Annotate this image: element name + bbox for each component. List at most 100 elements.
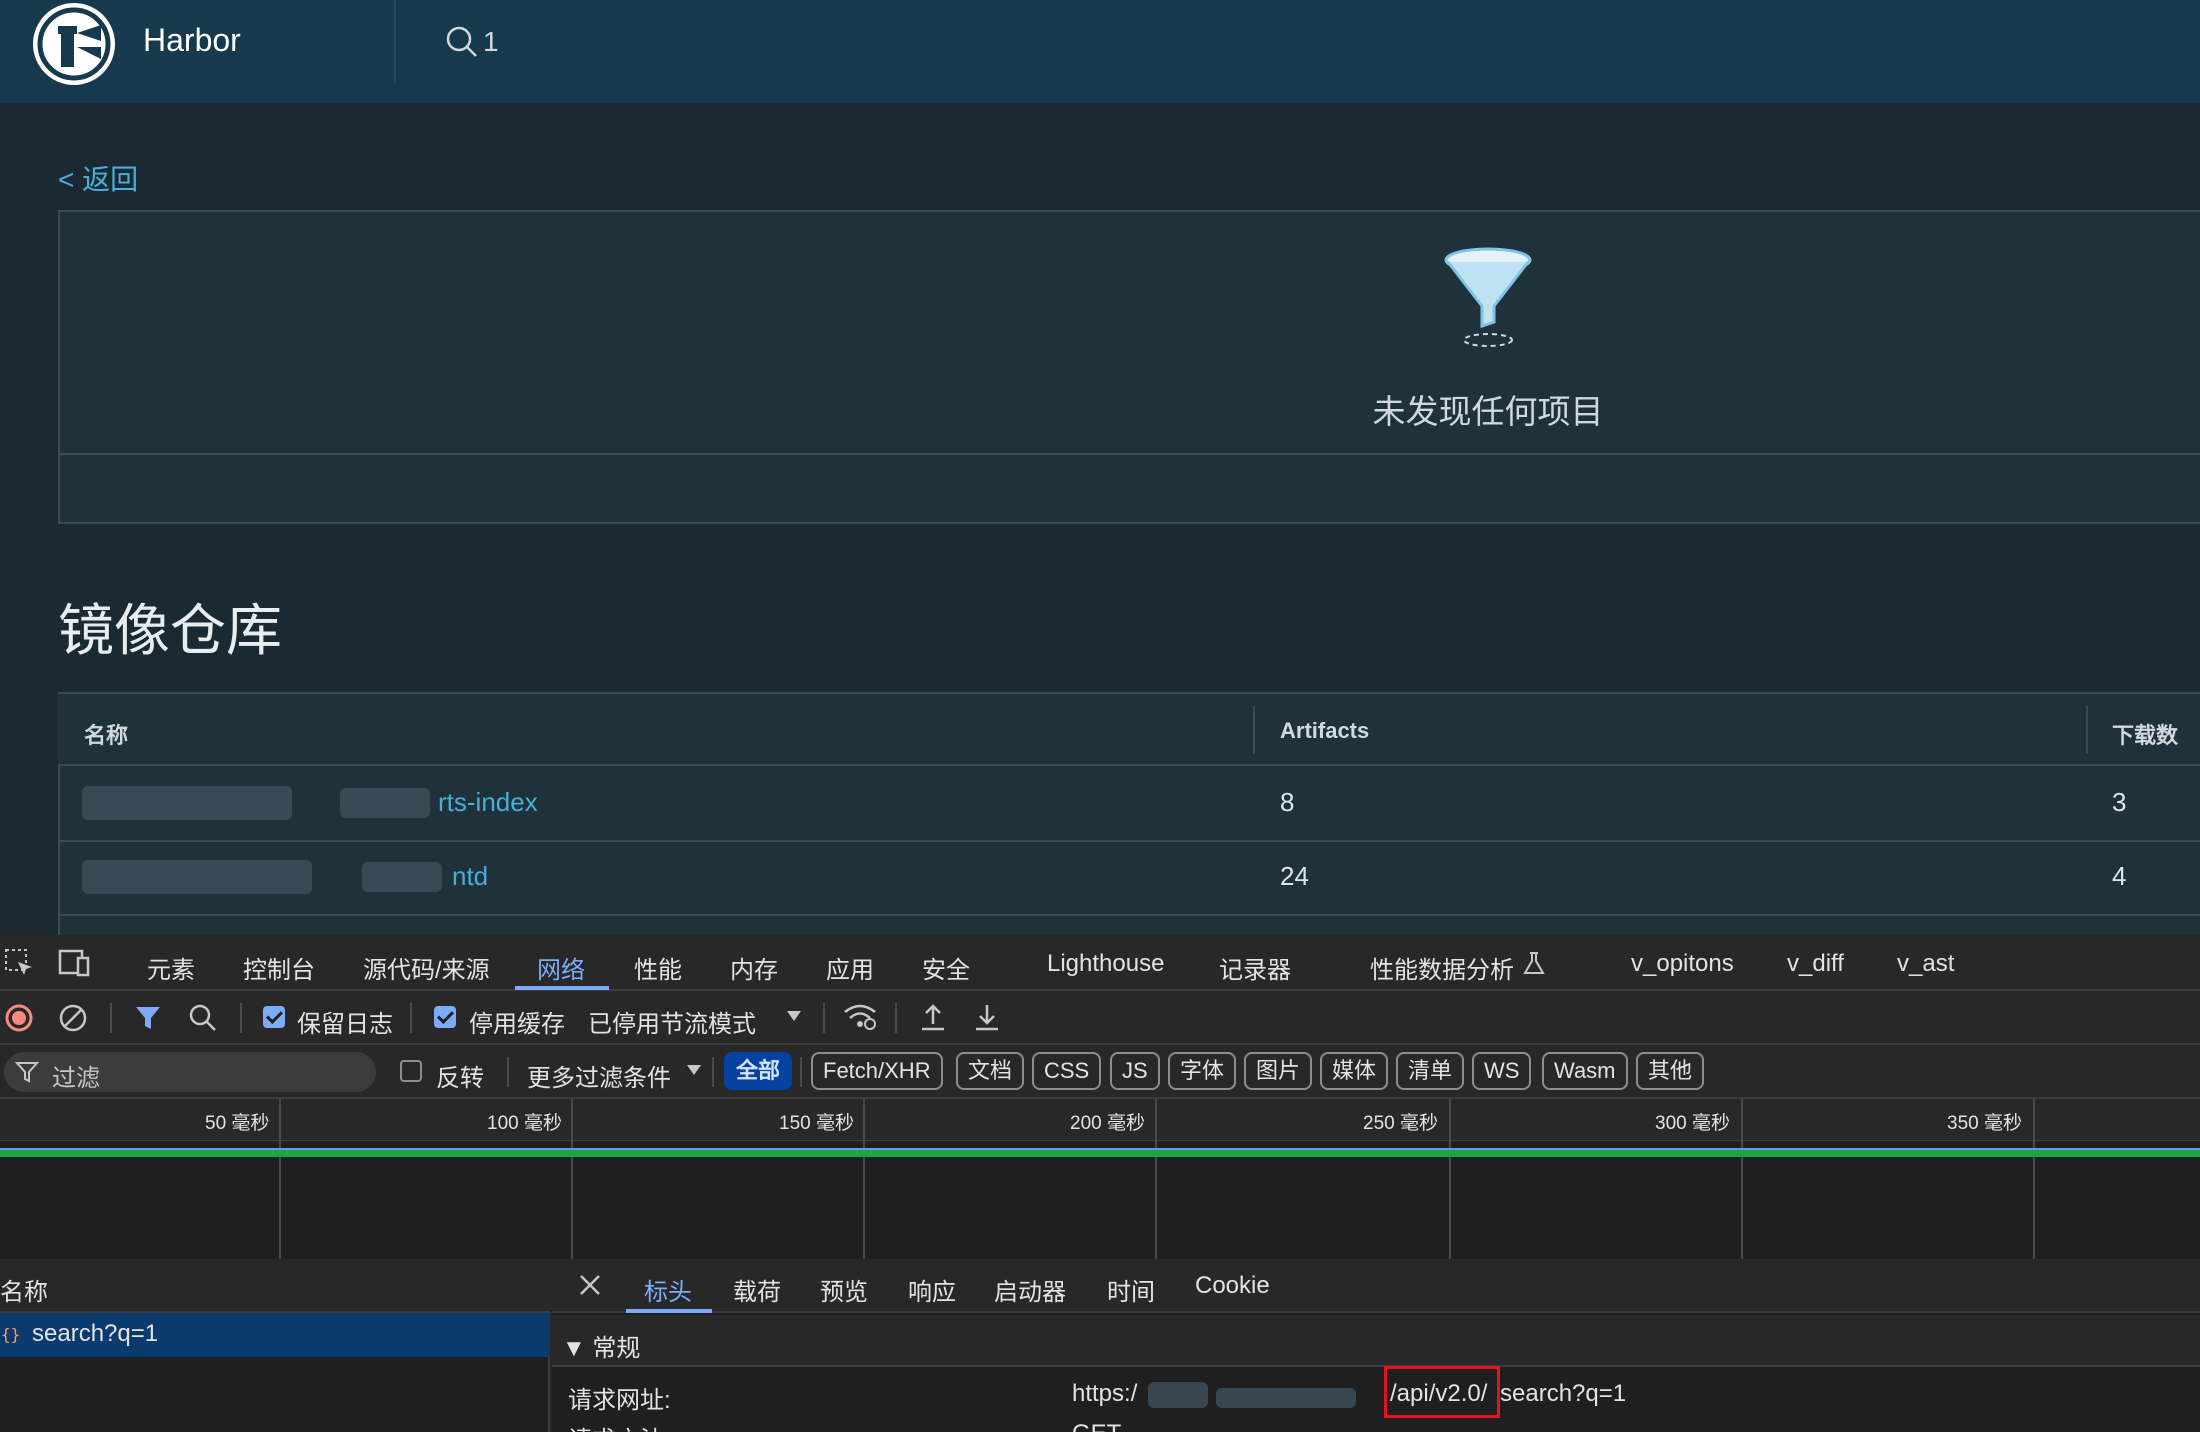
general-section-header[interactable] (552, 1315, 2200, 1367)
filter-chip-media[interactable]: 媒体 (1320, 1052, 1389, 1090)
tab-network[interactable]: 网络 (537, 950, 585, 985)
timeline-tick-label: 250 毫秒 (1363, 1113, 1438, 1134)
import-har-icon[interactable] (918, 1002, 948, 1037)
inspect-element-icon[interactable] (4, 948, 34, 983)
filter-chip-manifest[interactable]: 清单 (1396, 1052, 1465, 1090)
tab-response[interactable]: 响应 (908, 1272, 956, 1307)
toolbar-divider (507, 1057, 509, 1087)
request-name[interactable]: search?q=1 (32, 1320, 158, 1348)
toolbar-divider (895, 1003, 897, 1033)
timeline-gridline (571, 1099, 573, 1259)
filter-chip-fetch-xhr[interactable]: Fetch/XHR (811, 1052, 943, 1090)
active-tab-indicator (515, 986, 609, 990)
tab-v-diff[interactable]: v_diff (1787, 950, 1844, 978)
toolbar-divider (823, 1003, 825, 1033)
app-title: Harbor (143, 22, 241, 58)
toolbar-divider (240, 1003, 242, 1033)
filter-chip-image[interactable]: 图片 (1244, 1052, 1313, 1090)
filter-chip-js[interactable]: JS (1110, 1052, 1160, 1090)
timeline-tick-label: 350 毫秒 (1947, 1113, 2022, 1134)
chevron-down-icon[interactable] (685, 1063, 703, 1082)
filter-icon[interactable] (133, 1003, 163, 1038)
tab-initiator[interactable]: 启动器 (994, 1272, 1066, 1307)
filter-chip-font[interactable]: 字体 (1168, 1052, 1237, 1090)
search-icon[interactable] (188, 1003, 218, 1038)
timeline-tick-label: 200 毫秒 (1070, 1113, 1145, 1134)
tab-preview[interactable]: 预览 (820, 1272, 868, 1307)
repository-name-link[interactable]: ntd (452, 861, 488, 892)
preserve-log-checkbox[interactable] (263, 1006, 285, 1028)
timeline-gridline (863, 1099, 865, 1259)
filter-chip-other[interactable]: 其他 (1636, 1052, 1705, 1090)
section-title: 镜像仓库 (58, 599, 282, 662)
tab-recorder[interactable]: 记录器 (1219, 950, 1291, 985)
tab-lighthouse[interactable]: Lighthouse (1047, 950, 1164, 978)
clear-icon[interactable] (58, 1003, 88, 1038)
column-header-artifacts[interactable]: Artifacts (1280, 718, 1369, 744)
timeline-tick-label: 100 毫秒 (487, 1113, 562, 1134)
empty-filter-icon (1440, 244, 1536, 359)
disable-cache-checkbox[interactable] (434, 1006, 456, 1028)
timeline-gridline (279, 1099, 281, 1259)
tab-payload[interactable]: 载荷 (733, 1272, 781, 1307)
filter-chip-css[interactable]: CSS (1032, 1052, 1102, 1090)
tab-v-opitons[interactable]: v_opitons (1631, 950, 1734, 978)
invert-label[interactable]: 反转 (436, 1058, 484, 1093)
filter-placeholder: 过滤 (52, 1065, 100, 1092)
search-icon[interactable] (444, 24, 480, 65)
tab-elements[interactable]: 元素 (147, 950, 195, 985)
tab-cookies[interactable]: Cookie (1195, 1272, 1270, 1300)
app-header (0, 0, 2200, 103)
chevron-down-icon[interactable] (785, 1009, 803, 1028)
card-divider (58, 453, 2200, 455)
harbor-logo-icon[interactable] (33, 3, 115, 85)
active-tab-indicator (626, 1309, 712, 1313)
redacted-text (362, 862, 442, 892)
tab-timing[interactable]: 时间 (1107, 1272, 1155, 1307)
close-icon[interactable] (578, 1273, 602, 1302)
artifacts-count: 8 (1280, 787, 1295, 817)
device-toolbar-icon[interactable] (58, 948, 92, 983)
export-har-icon[interactable] (972, 1002, 1002, 1037)
general-section-title[interactable]: ▼ 常规 (562, 1328, 640, 1363)
tab-application[interactable]: 应用 (826, 950, 874, 985)
global-search-input[interactable]: 1 (483, 26, 499, 58)
network-conditions-icon[interactable] (842, 1002, 878, 1037)
column-header-name[interactable]: 名称 (0, 1272, 48, 1307)
request-method-label: 请求方法: (568, 1420, 671, 1432)
toolbar-divider (800, 1057, 802, 1087)
tab-performance[interactable]: 性能 (634, 950, 682, 985)
filter-chip-document[interactable]: 文档 (956, 1052, 1025, 1090)
filter-chip-ws[interactable]: WS (1472, 1052, 1532, 1090)
empty-state-text: 未发现任何项目 (1372, 393, 1604, 430)
toolbar-divider (712, 1057, 714, 1087)
invert-checkbox[interactable] (400, 1060, 422, 1082)
column-header-downloads[interactable]: 下载数 (2112, 718, 2178, 750)
tab-console[interactable]: 控制台 (243, 950, 315, 985)
more-filters-dropdown[interactable]: 更多过滤条件 (527, 1058, 671, 1093)
column-resizer[interactable] (2086, 706, 2088, 754)
tab-memory[interactable]: 内存 (730, 950, 778, 985)
tab-v-ast[interactable]: v_ast (1897, 950, 1954, 978)
stop-recording-icon[interactable] (4, 1003, 34, 1038)
request-method-value: GET (1072, 1420, 1121, 1432)
throttling-select[interactable]: 已停用节流模式 (588, 1004, 756, 1039)
filter-chip-wasm[interactable]: Wasm (1542, 1052, 1628, 1090)
filter-chip-all[interactable]: 全部 (724, 1052, 793, 1090)
preserve-log-label[interactable]: 保留日志 (297, 1004, 393, 1039)
redacted-text (1216, 1388, 1356, 1408)
back-link[interactable]: < 返回 (58, 158, 138, 198)
downloads-count: 4 (2112, 861, 2127, 891)
disable-cache-label[interactable]: 停用缓存 (469, 1004, 565, 1039)
tab-security[interactable]: 安全 (922, 950, 970, 985)
experiment-flask-icon (1522, 950, 1546, 981)
column-resizer[interactable] (1253, 706, 1255, 754)
column-header-name[interactable]: 名称 (84, 718, 128, 750)
tab-performance-insights[interactable]: 性能数据分析 (1370, 950, 1514, 985)
repository-name-link[interactable]: rts-index (438, 787, 538, 818)
request-url-prefix: https:/ (1072, 1380, 1138, 1407)
timeline-overview[interactable] (0, 1141, 2200, 1259)
tab-sources[interactable]: 源代码/来源 (363, 950, 490, 985)
tab-headers[interactable]: 标头 (644, 1272, 692, 1307)
timeline-tick-label: 50 毫秒 (205, 1113, 270, 1134)
